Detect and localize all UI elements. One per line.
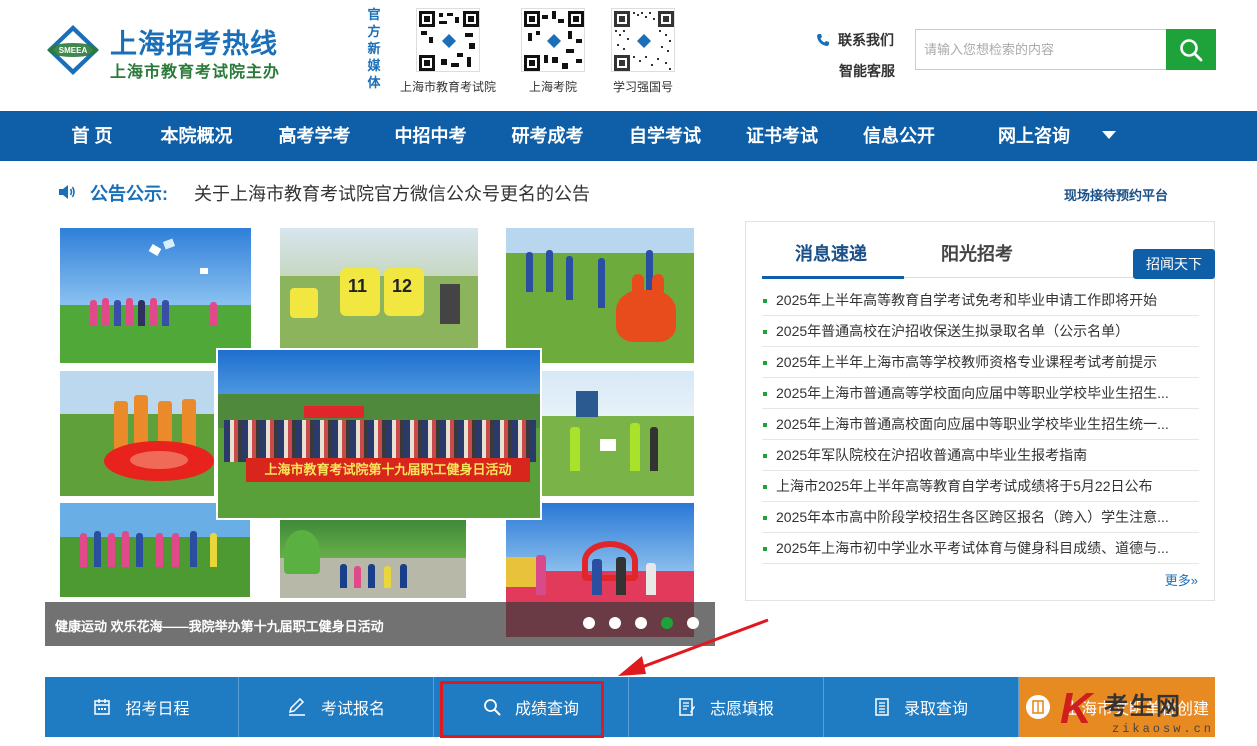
nav-item-certificate[interactable]: 证书考试 xyxy=(724,111,840,161)
bib-number: 12 xyxy=(392,276,413,296)
qr-code-exam-institute: 上海市教育考试院 xyxy=(400,8,496,95)
main-nav: 首 页 本院概况 高考学考 中招中考 研考成考 自学考试 证书考试 信息公开 网… xyxy=(0,111,1257,161)
site-title: 上海招考热线 xyxy=(110,29,278,59)
form-icon xyxy=(679,698,695,716)
qr-code-kaoyuan: 上海考院 xyxy=(521,8,585,95)
slide-photo-kites xyxy=(60,228,251,363)
svg-text:SMEEA: SMEEA xyxy=(59,46,88,55)
contact-label: 联系我们 xyxy=(838,32,894,48)
qr-code-image xyxy=(416,8,480,72)
photo-slideshow[interactable]: 11 12 上海市教育考试院第十九届职工健身日活动 健康运动 欢乐花海——我院举… xyxy=(45,220,715,646)
watermark-letter: K xyxy=(1060,684,1092,733)
news-item[interactable]: 2025年上海市普通高校面向应届中等职业学校毕业生招生统一... xyxy=(762,409,1199,440)
quick-link-label: 录取查询 xyxy=(903,701,968,718)
highlight-box xyxy=(440,681,604,738)
quick-link-label: 志愿填报 xyxy=(709,701,774,718)
news-list: 2025年上半年高等教育自学考试免考和毕业申请工作即将开始 2025年普通高校在… xyxy=(762,285,1199,564)
header: SMEEA 上海招考热线 上海市教育考试院主办 官方新媒体 上海市教育考试院 上… xyxy=(0,0,1257,111)
emblem-icon: SMEEA xyxy=(47,25,99,75)
document-icon xyxy=(875,698,889,716)
activity-banner: 上海市教育考试院第十九届职工健身日活动 xyxy=(246,458,530,482)
reception-booking-link[interactable]: 现场接待预约平台 xyxy=(1064,185,1168,204)
site-subtitle: 上海市教育考试院主办 xyxy=(110,64,281,81)
active-tab-indicator xyxy=(762,276,904,279)
search-button[interactable] xyxy=(1166,29,1216,70)
tab-sunshine-admission[interactable]: 阳光招考 xyxy=(941,240,1013,266)
nav-item-disclosure[interactable]: 信息公开 xyxy=(840,111,958,161)
nav-item-home[interactable]: 首 页 xyxy=(48,111,136,161)
qr-code-image xyxy=(521,8,585,72)
slide-photo-horse xyxy=(506,228,694,363)
watermark-name: 考生网 xyxy=(1104,693,1182,720)
qr-caption: 上海市教育考试院 xyxy=(400,80,497,94)
book-icon xyxy=(1025,695,1050,719)
news-item[interactable]: 2025年普通高校在沪招收保送生拟录取名单（公示名单） xyxy=(762,316,1199,347)
zhaowen-tianxia-button[interactable]: 招闻天下 xyxy=(1133,249,1215,279)
more-link[interactable]: 更多» xyxy=(1165,570,1198,589)
notice-headline[interactable]: 关于上海市教育考试院官方微信公众号更名的公告 xyxy=(194,180,590,206)
slide-photo-park xyxy=(280,520,466,598)
news-item[interactable]: 2025年上半年高等教育自学考试免考和毕业申请工作即将开始 xyxy=(762,285,1199,316)
site-search xyxy=(915,29,1216,70)
slide-caption[interactable]: 健康运动 欢乐花海——我院举办第十九届职工健身日活动 xyxy=(55,616,384,635)
quick-link-admission-query[interactable]: 录取查询 xyxy=(824,677,1019,737)
slide-photo-rings xyxy=(60,371,214,496)
slide-dot[interactable] xyxy=(583,617,595,629)
nav-item-consult[interactable]: 网上咨询 xyxy=(958,111,1128,161)
qr-code-image xyxy=(611,8,675,72)
news-item[interactable]: 2025年上海市初中学业水平考试体育与健身科目成绩、道德与... xyxy=(762,533,1199,564)
qr-caption: 学习强国号 xyxy=(612,80,673,94)
site-logo[interactable]: SMEEA 上海招考热线 上海市教育考试院主办 xyxy=(46,22,286,82)
nav-item-about[interactable]: 本院概况 xyxy=(136,111,257,161)
notice-bar: 公告公示: 关于上海市教育考试院官方微信公众号更名的公告 现场接待预约平台 xyxy=(58,178,1198,206)
search-icon xyxy=(1180,38,1203,61)
chevron-down-icon xyxy=(1102,131,1117,139)
new-media-label: 官方新媒体 xyxy=(367,7,381,90)
news-item[interactable]: 2025年军队院校在沪招收普通高中毕业生报考指南 xyxy=(762,440,1199,471)
nav-item-zhongkao[interactable]: 中招中考 xyxy=(372,111,489,161)
qr-code-xuexi: 学习强国号 xyxy=(611,8,675,95)
quick-links-bar: 招考日程 考试报名 成绩查询 志愿填报 录取查询 上海市文明单位创建 xyxy=(45,677,1215,737)
annotation-arrow xyxy=(618,618,769,676)
contact-us-link[interactable]: 联系我们 xyxy=(816,30,894,50)
nav-item-consult-label: 网上咨询 xyxy=(998,126,1070,146)
watermark-logo: K 考生网 zikaosw.cn xyxy=(1060,684,1250,744)
news-item[interactable]: 2025年上半年上海市高等学校教师资格专业课程考试考前提示 xyxy=(762,347,1199,378)
watermark-url: zikaosw.cn xyxy=(1112,722,1215,736)
nav-item-yankao[interactable]: 研考成考 xyxy=(489,111,606,161)
news-item[interactable]: 上海市2025年上半年高等教育自学考试成绩将于5月22日公布 xyxy=(762,471,1199,502)
news-item[interactable]: 2025年上海市普通高等学校面向应届中等职业学校毕业生招生... xyxy=(762,378,1199,409)
calendar-icon xyxy=(94,699,111,715)
quick-link-application[interactable]: 志愿填报 xyxy=(629,677,824,737)
phone-icon xyxy=(817,34,829,46)
news-item[interactable]: 2025年本市高中阶段学校招生各区跨区报名（跨入）学生注意... xyxy=(762,502,1199,533)
bib-number: 11 xyxy=(348,276,368,296)
quick-link-label: 考试报名 xyxy=(320,701,385,718)
slide-photo-group: 上海市教育考试院第十九届职工健身日活动 xyxy=(216,348,542,520)
quick-link-schedule[interactable]: 招考日程 xyxy=(45,677,239,737)
speaker-icon xyxy=(59,185,75,199)
news-tabs: 消息速递 阳光招考 招闻天下 xyxy=(762,234,1215,279)
tab-news-express[interactable]: 消息速递 xyxy=(795,240,867,266)
pencil-icon xyxy=(288,698,305,716)
quick-link-label: 招考日程 xyxy=(125,701,190,718)
nav-item-gaokao[interactable]: 高考学考 xyxy=(257,111,372,161)
notice-label: 公告公示: xyxy=(90,184,168,204)
nav-item-zikao[interactable]: 自学考试 xyxy=(606,111,724,161)
quick-link-registration[interactable]: 考试报名 xyxy=(239,677,434,737)
smart-service-link[interactable]: 智能客服 xyxy=(839,61,895,81)
slide-photo-bibs: 11 12 xyxy=(280,228,478,348)
slide-photo-running xyxy=(540,371,694,496)
qr-caption: 上海考院 xyxy=(528,80,577,94)
news-panel: 消息速递 阳光招考 招闻天下 2025年上半年高等教育自学考试免考和毕业申请工作… xyxy=(745,221,1215,601)
search-input[interactable] xyxy=(916,30,1166,69)
